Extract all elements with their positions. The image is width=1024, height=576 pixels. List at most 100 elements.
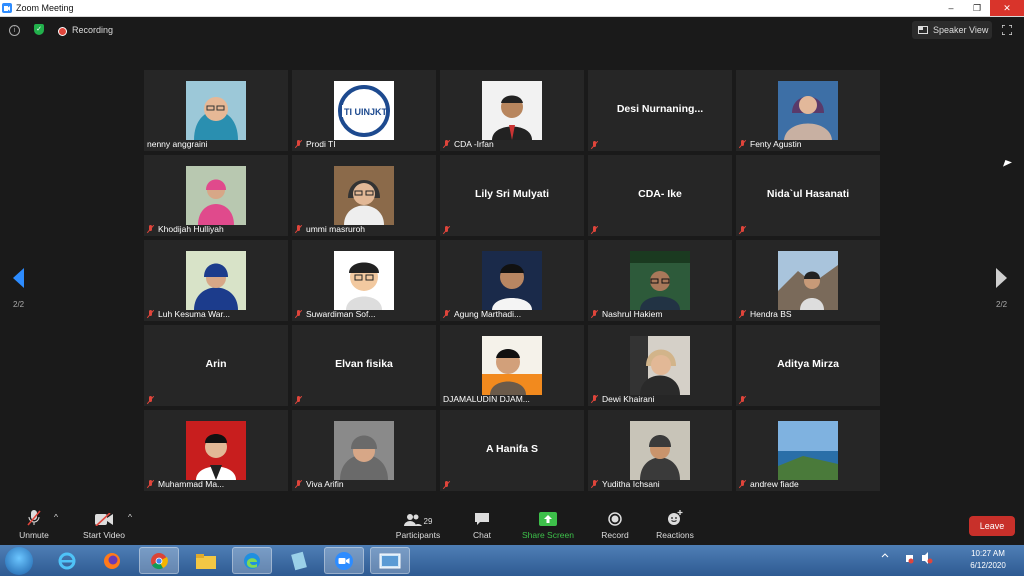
participant-display-name: Nida`ul Hasanati <box>766 188 850 200</box>
participant-tile[interactable]: CDA- Ike <box>588 155 732 236</box>
reactions-button[interactable]: Reactions <box>653 510 697 540</box>
muted-mic-icon <box>739 140 746 148</box>
taskbar-clock[interactable]: 10:27 AM 6/12/2020 <box>958 548 1018 572</box>
participant-tile[interactable]: Lily Sri Mulyati <box>440 155 584 236</box>
participant-tile[interactable]: Suwardiman Sof... <box>292 240 436 321</box>
close-window-button[interactable]: ✕ <box>990 0 1024 16</box>
chrome-icon[interactable] <box>139 547 179 574</box>
info-icon[interactable]: i <box>9 25 20 36</box>
participant-tile[interactable]: andrew fiade <box>736 410 880 491</box>
system-tray[interactable] <box>880 551 940 567</box>
left-arrow-icon <box>13 268 24 288</box>
minimize-button[interactable]: – <box>938 0 964 16</box>
participant-tile[interactable]: Dewi Khairani <box>588 325 732 406</box>
participant-video-thumbnail <box>482 81 542 140</box>
participant-tile[interactable]: Fenty Agustin <box>736 70 880 151</box>
participant-tile[interactable]: Aditya Mirza <box>736 325 880 406</box>
unmute-label: Unmute <box>19 530 49 540</box>
taskbar-time: 10:27 AM <box>971 549 1005 558</box>
participant-name-label: nenny anggraini <box>147 139 208 149</box>
participant-name-label: Luh Kesuma War... <box>147 309 230 319</box>
participant-name: Prodi TI <box>306 139 336 149</box>
video-options-caret[interactable]: ^ <box>128 512 132 522</box>
participant-name: Viva Arifin <box>306 479 344 489</box>
participant-name: nenny anggraini <box>147 139 208 149</box>
edge-browser-icon[interactable] <box>232 547 272 574</box>
participant-tile[interactable]: nenny anggraini <box>144 70 288 151</box>
participant-tile[interactable]: Agung Marthadi... <box>440 240 584 321</box>
next-page-button[interactable]: 2/2 <box>996 268 1007 309</box>
leave-button[interactable]: Leave <box>969 516 1015 536</box>
participant-name-label: andrew fiade <box>739 479 799 489</box>
participant-video-thumbnail <box>482 251 542 310</box>
participant-tile[interactable]: Khodijah Hulliyah <box>144 155 288 236</box>
participant-tile[interactable]: ummi masruroh <box>292 155 436 236</box>
chat-button[interactable]: Chat <box>467 510 497 540</box>
participant-tile[interactable]: Elvan fisika <box>292 325 436 406</box>
participant-video-thumbnail <box>186 81 246 140</box>
recording-label: Recording <box>72 25 114 35</box>
participant-tile[interactable]: A Hanifa S <box>440 410 584 491</box>
speaker-view-icon <box>918 26 928 34</box>
muted-mic-icon <box>739 226 746 234</box>
fullscreen-icon[interactable] <box>1002 25 1012 35</box>
start-button-icon[interactable] <box>5 547 33 575</box>
participant-display-name: Arin <box>205 358 227 370</box>
participants-button[interactable]: 29 Participants <box>392 510 444 540</box>
security-shield-icon[interactable]: ✓ <box>34 24 44 35</box>
notepad-icon[interactable] <box>279 547 319 574</box>
participant-name: Yuditha Ichsani <box>602 479 660 489</box>
participant-tile[interactable]: Desi Nurnaning... <box>588 70 732 151</box>
start-video-label: Start Video <box>83 530 125 540</box>
share-screen-button[interactable]: Share Screen <box>520 510 576 540</box>
record-label: Record <box>601 530 629 540</box>
participant-tile[interactable]: Muhammad Ma... <box>144 410 288 491</box>
participant-name-label: Muhammad Ma... <box>147 479 224 489</box>
participant-video-thumbnail <box>630 421 690 480</box>
participant-video-thumbnail <box>186 166 246 225</box>
participant-tile[interactable]: Viva Arifin <box>292 410 436 491</box>
chat-icon <box>475 513 489 525</box>
zoom-taskbar-icon[interactable] <box>324 547 364 574</box>
page-indicator-left: 2/2 <box>13 300 25 309</box>
muted-mic-icon <box>739 396 746 404</box>
participant-tile[interactable]: DJAMALUDIN DJAM... <box>440 325 584 406</box>
photo-viewer-icon[interactable] <box>370 547 410 574</box>
participant-name-label: Fenty Agustin <box>739 139 802 149</box>
participant-tile[interactable]: Nashrul Hakiem <box>588 240 732 321</box>
participant-name: Hendra BS <box>750 309 792 319</box>
speaker-view-button[interactable]: Speaker View <box>912 21 992 39</box>
internet-explorer-icon[interactable] <box>47 547 87 574</box>
svg-text:TI UINJKT: TI UINJKT <box>344 107 388 117</box>
participant-video-thumbnail <box>630 251 690 310</box>
share-screen-icon <box>539 512 557 526</box>
participant-tile[interactable]: Nida`ul Hasanati <box>736 155 880 236</box>
participant-video-thumbnail <box>334 166 394 225</box>
participant-name: ummi masruroh <box>306 224 366 234</box>
recording-dot-icon <box>58 27 67 36</box>
participant-name-label <box>443 226 454 234</box>
muted-mic-icon <box>443 310 450 318</box>
previous-page-button[interactable]: 2/2 <box>13 268 24 309</box>
participant-display-name: CDA- Ike <box>638 188 682 200</box>
firefox-icon[interactable] <box>92 547 132 574</box>
participant-tile[interactable]: Yuditha Ichsani <box>588 410 732 491</box>
start-video-button[interactable]: Start Video <box>80 510 128 540</box>
share-screen-label: Share Screen <box>522 530 574 540</box>
record-button[interactable]: Record <box>598 510 632 540</box>
participant-tile[interactable]: Hendra BS <box>736 240 880 321</box>
participant-display-name: Aditya Mirza <box>777 358 839 370</box>
participant-tile[interactable]: Luh Kesuma War... <box>144 240 288 321</box>
participant-video-thumbnail: TI UINJKT <box>334 81 394 140</box>
participant-name-label: Nashrul Hakiem <box>591 309 662 319</box>
participant-tile[interactable]: TI UINJKT Prodi TI <box>292 70 436 151</box>
participant-tile[interactable]: Arin <box>144 325 288 406</box>
participant-video-thumbnail <box>482 336 542 395</box>
maximize-button[interactable]: ❐ <box>964 0 990 16</box>
unmute-button[interactable]: Unmute <box>14 510 54 540</box>
participant-name-label: CDA -Irfan <box>443 139 494 149</box>
participant-display-name: Elvan fisika <box>335 358 393 370</box>
file-explorer-icon[interactable] <box>186 547 226 574</box>
audio-options-caret[interactable]: ^ <box>54 512 58 522</box>
participant-tile[interactable]: CDA -Irfan <box>440 70 584 151</box>
